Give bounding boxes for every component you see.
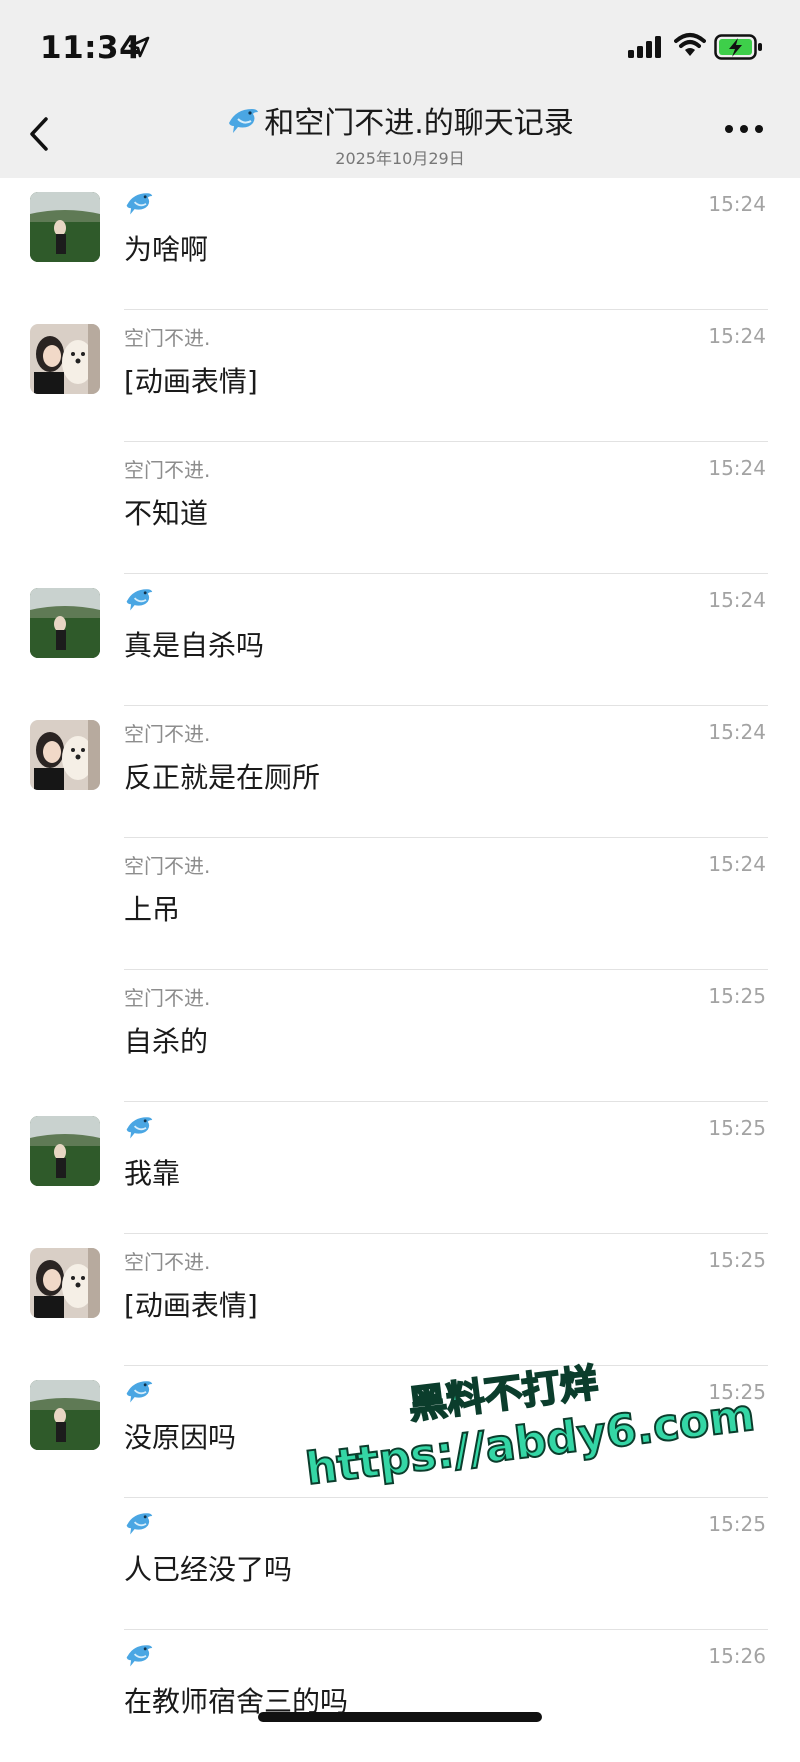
home-indicator[interactable]: [258, 1712, 542, 1722]
message-row[interactable]: 空门不进. 15:25 自杀的: [0, 970, 800, 1102]
sender-dolphin-icon: [124, 1640, 154, 1674]
wifi-icon: [674, 33, 706, 56]
message-list: 15:24 为啥啊空门不进. 15:24 [动画表情] 空门不进. 15:24 不知道 15:…: [0, 178, 800, 1762]
message-row[interactable]: 15:24 真是自杀吗: [0, 574, 800, 706]
cellular-signal-icon: [628, 36, 661, 58]
sender-name: 空门不进.: [124, 1250, 211, 1274]
message-row[interactable]: 15:26 在教师宿舍三的吗: [0, 1630, 800, 1762]
message-row[interactable]: 空门不进. 15:24 反正就是在厕所: [0, 706, 800, 838]
location-arrow-icon: [128, 36, 150, 58]
sender-name: 空门不进.: [124, 326, 211, 350]
sender-dolphin-icon: [124, 584, 154, 618]
message-text: 反正就是在厕所: [124, 761, 321, 794]
message-time: 15:26: [708, 1644, 766, 1668]
message-row[interactable]: 空门不进. 15:24 [动画表情]: [0, 310, 800, 442]
message-row[interactable]: 15:24 为啥啊: [0, 178, 800, 310]
message-text: 真是自杀吗: [124, 629, 265, 662]
sender-name: 空门不进.: [124, 722, 211, 746]
message-row[interactable]: 15:25 我靠: [0, 1102, 800, 1234]
dolphin-icon: [126, 589, 153, 611]
dolphin-icon: [126, 1117, 153, 1139]
message-text: 上吊: [124, 893, 181, 926]
message-time: 15:25: [708, 1512, 766, 1536]
dolphin-icon: [126, 193, 153, 215]
dolphin-icon: [126, 1513, 153, 1535]
chat-date: 2025年10月29日: [335, 149, 465, 168]
message-text: 人已经没了吗: [124, 1553, 293, 1586]
message-time: 15:24: [708, 456, 766, 480]
message-text: 不知道: [124, 497, 209, 530]
message-time: 15:24: [708, 852, 766, 876]
sender-dolphin-icon: [124, 188, 154, 222]
girl-dog-avatar[interactable]: [30, 720, 100, 790]
sender-dolphin-icon: [124, 1508, 154, 1542]
sender-name: 空门不进.: [124, 986, 211, 1010]
sender-name: 空门不进.: [124, 854, 211, 878]
message-row[interactable]: 15:25 人已经没了吗: [0, 1498, 800, 1630]
landscape-avatar[interactable]: [30, 588, 100, 658]
chat-title-text: 和空门不进.的聊天记录: [264, 106, 574, 141]
message-text: 我靠: [124, 1157, 181, 1190]
sender-dolphin-icon: [124, 1112, 154, 1146]
sender-name: 空门不进.: [124, 458, 211, 482]
message-time: 15:24: [708, 588, 766, 612]
message-text: 自杀的: [124, 1025, 209, 1058]
message-row[interactable]: 空门不进. 15:24 上吊: [0, 838, 800, 970]
more-options-icon[interactable]: [724, 124, 764, 134]
battery-charging-icon: [714, 34, 762, 60]
dolphin-icon: [229, 109, 259, 133]
status-time: 11:34: [40, 30, 142, 66]
message-text: [动画表情]: [124, 365, 258, 398]
girl-dog-avatar[interactable]: [30, 324, 100, 394]
message-text: [动画表情]: [124, 1289, 258, 1322]
sender-dolphin-icon: [124, 1376, 154, 1410]
dolphin-icon: [126, 1645, 153, 1667]
landscape-avatar[interactable]: [30, 192, 100, 262]
message-row[interactable]: 空门不进. 15:24 不知道: [0, 442, 800, 574]
message-time: 15:25: [708, 1116, 766, 1140]
message-time: 15:24: [708, 324, 766, 348]
landscape-avatar[interactable]: [30, 1380, 100, 1450]
girl-dog-avatar[interactable]: [30, 1248, 100, 1318]
dolphin-icon: [126, 1381, 153, 1403]
chat-history-header: 11:34 和空门不进.的聊天记录 2025年10月29日: [0, 0, 800, 178]
landscape-avatar[interactable]: [30, 1116, 100, 1186]
message-time: 15:24: [708, 720, 766, 744]
chat-title: 和空门不进.的聊天记录: [0, 98, 800, 142]
message-time: 15:25: [708, 1248, 766, 1272]
message-text: 没原因吗: [124, 1421, 237, 1454]
message-text: 为啥啊: [124, 233, 209, 266]
message-time: 15:24: [708, 192, 766, 216]
message-time: 15:25: [708, 984, 766, 1008]
